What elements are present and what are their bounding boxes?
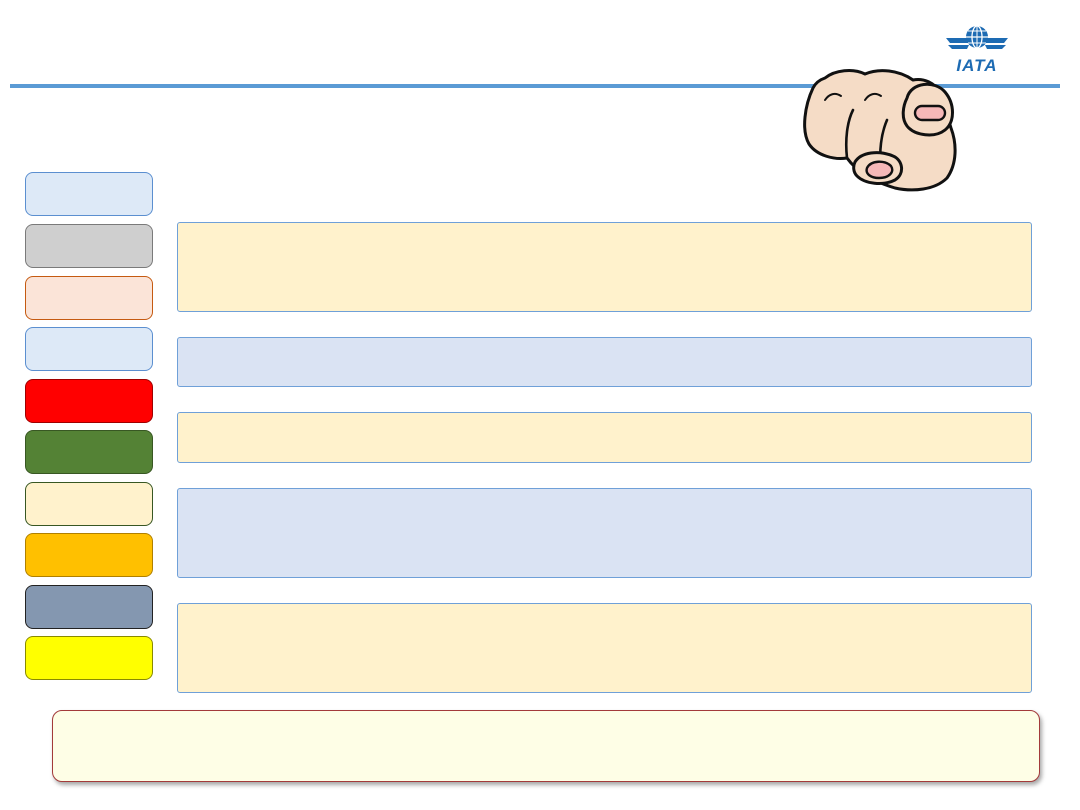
legend-swatch-red (25, 379, 153, 423)
legend-swatch-cream (25, 482, 153, 526)
pointing-hand-icon (803, 69, 957, 192)
legend-swatch-peach (25, 276, 153, 320)
legend-swatch-light-blue (25, 172, 153, 216)
iata-globe-icon (946, 25, 1008, 49)
content-box-2 (177, 337, 1032, 387)
legend-swatch-amber (25, 533, 153, 577)
legend-swatch-light-blue-2 (25, 327, 153, 371)
content-box-3 (177, 412, 1032, 463)
content-box-1 (177, 222, 1032, 312)
legend-swatch-light-gray (25, 224, 153, 268)
legend-swatch-slate (25, 585, 153, 629)
content-box-4 (177, 488, 1032, 578)
content-box-5 (177, 603, 1032, 693)
footer-callout (52, 710, 1040, 782)
legend-swatch-green (25, 430, 153, 474)
legend-swatch-yellow (25, 636, 153, 680)
